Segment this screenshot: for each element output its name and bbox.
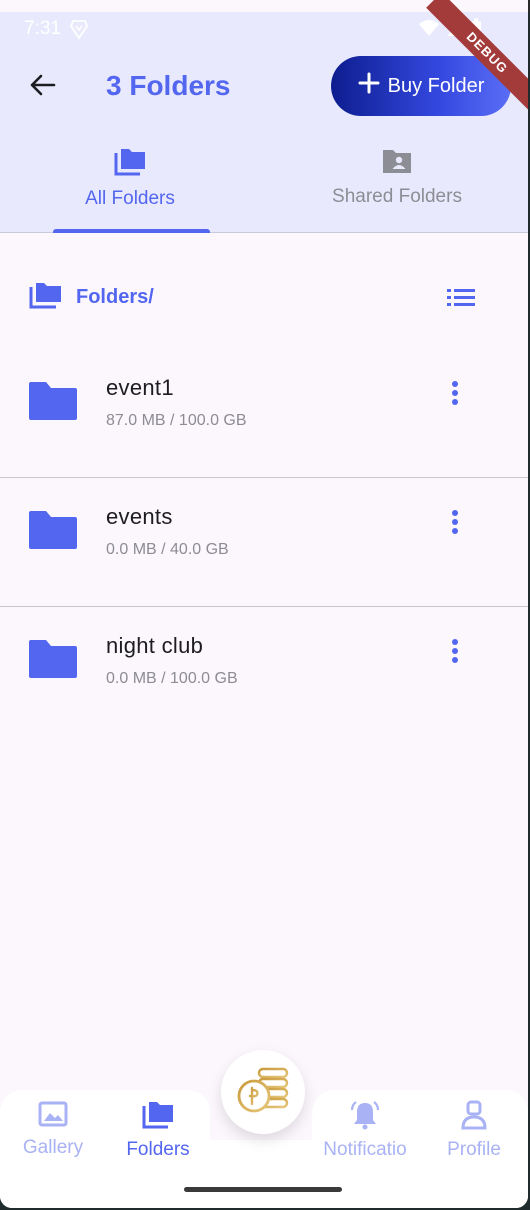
folder-more-button[interactable]	[440, 638, 470, 668]
folder-row-events[interactable]: events 0.0 MB / 40.0 GB	[0, 479, 528, 607]
folder-size: 0.0 MB / 100.0 GB	[106, 670, 238, 687]
active-tab-indicator	[53, 229, 210, 233]
folders-stack-icon	[113, 149, 147, 181]
folder-icon	[27, 638, 79, 685]
back-button[interactable]	[22, 67, 62, 107]
bell-icon	[348, 1101, 382, 1134]
shared-folder-icon	[381, 150, 413, 179]
folder-icon	[27, 380, 79, 427]
more-vert-icon	[451, 638, 459, 669]
list-icon	[446, 289, 476, 312]
status-time: 7:31	[24, 18, 61, 39]
folder-row-event1[interactable]: event1 87.0 MB / 100.0 GB	[0, 350, 528, 478]
folder-size: 87.0 MB / 100.0 GB	[106, 412, 247, 429]
folders-icon	[141, 1102, 175, 1134]
app-screen: 7:31 DEBUG 3 Folders Buy Folder All Fold…	[0, 0, 528, 1208]
brave-icon	[69, 19, 89, 44]
breadcrumb[interactable]: Folders/	[28, 280, 154, 315]
folder-name: event1	[106, 375, 174, 400]
nav-label-profile: Profile	[447, 1139, 501, 1160]
folder-name: night club	[106, 633, 204, 658]
list-view-button[interactable]	[446, 286, 478, 310]
coins-icon	[235, 1065, 291, 1120]
profile-icon	[459, 1100, 489, 1134]
gallery-icon	[37, 1101, 69, 1132]
nav-background-middle	[210, 1140, 312, 1208]
buy-folder-label: Buy Folder	[387, 74, 485, 97]
row-divider	[0, 477, 528, 478]
folder-size: 0.0 MB / 40.0 GB	[106, 541, 229, 558]
nav-item-gallery[interactable]: Gallery	[3, 1100, 103, 1159]
nav-label-gallery: Gallery	[22, 1137, 84, 1158]
breadcrumb-path: Folders/	[76, 286, 154, 308]
row-divider	[0, 606, 528, 607]
plus-icon	[358, 72, 380, 100]
arrow-left-icon	[28, 73, 56, 102]
nav-item-notifications[interactable]: Notificatio	[315, 1100, 415, 1161]
wifi-icon	[418, 19, 440, 42]
folder-row-night-club[interactable]: night club 0.0 MB / 100.0 GB	[0, 608, 528, 736]
tab-all-folders[interactable]: All Folders	[25, 147, 235, 210]
app-bar: 7:31 DEBUG 3 Folders Buy Folder All Fold…	[0, 0, 528, 233]
more-vert-icon	[451, 380, 459, 411]
tab-label-shared-folders: Shared Folders	[332, 186, 462, 207]
nav-item-profile[interactable]: Profile	[424, 1100, 524, 1161]
folder-name: events	[106, 504, 173, 529]
coins-button[interactable]	[221, 1050, 305, 1134]
folder-icon	[27, 509, 79, 556]
nav-item-folders[interactable]: Folders	[108, 1100, 208, 1161]
folder-more-button[interactable]	[440, 509, 470, 539]
tab-label-all-folders: All Folders	[85, 188, 175, 209]
nav-label-folders: Folders	[126, 1139, 190, 1160]
nav-label-notifications: Notificatio	[323, 1139, 407, 1160]
page-title: 3 Folders	[106, 70, 231, 101]
home-indicator[interactable]	[184, 1187, 342, 1192]
folders-stack-icon	[28, 280, 64, 315]
folder-more-button[interactable]	[440, 380, 470, 410]
tab-shared-folders[interactable]: Shared Folders	[292, 147, 502, 208]
more-vert-icon	[451, 509, 459, 540]
